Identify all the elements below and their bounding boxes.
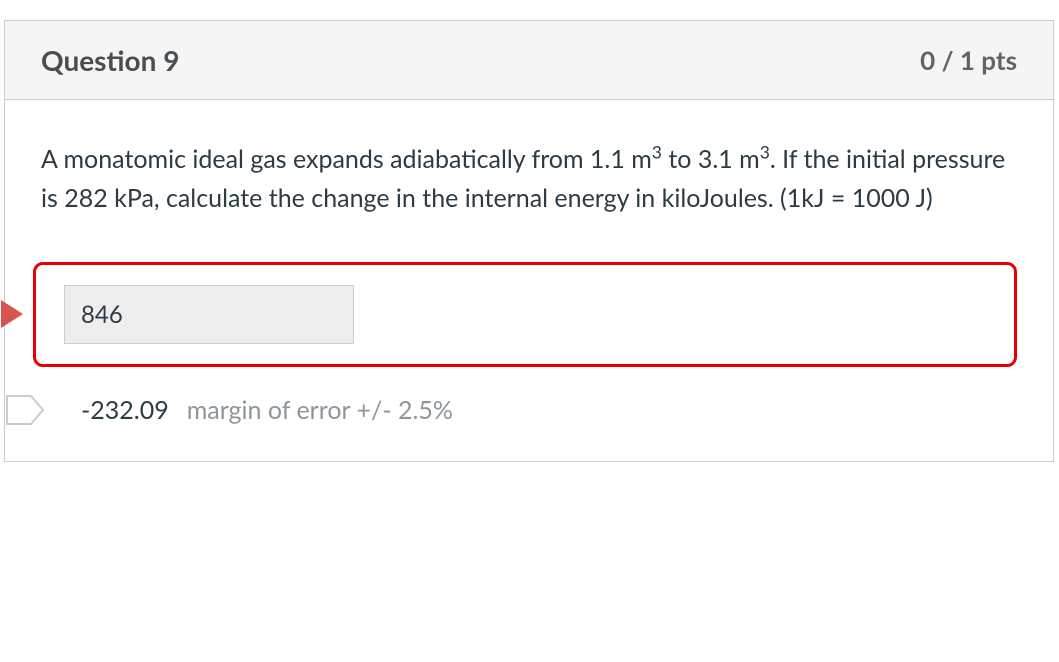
incorrect-answer-box [33, 262, 1017, 367]
answer-input[interactable] [64, 285, 354, 344]
question-points: 0 / 1 pts [920, 44, 1017, 76]
question-title: Question 9 [41, 43, 179, 77]
correct-answer-value: -232.09 [81, 395, 169, 425]
question-container: Question 9 0 / 1 pts A monatomic ideal g… [4, 20, 1054, 462]
user-answer-row [5, 262, 1017, 367]
question-text: A monatomic ideal gas expands adiabatica… [41, 140, 1017, 218]
question-header: Question 9 0 / 1 pts [5, 21, 1053, 100]
correct-answer-row: -232.09 margin of error +/- 2.5% [5, 395, 1017, 425]
superscript: 3 [652, 142, 662, 163]
correct-arrow-icon [5, 390, 45, 430]
question-text-part: A monatomic ideal gas expands adiabatica… [41, 144, 652, 174]
superscript: 3 [760, 142, 770, 163]
incorrect-arrow-icon [1, 300, 23, 328]
margin-of-error-text: margin of error +/- 2.5% [187, 395, 453, 425]
question-text-part: to 3.1 m [662, 144, 760, 174]
question-body: A monatomic ideal gas expands adiabatica… [5, 100, 1053, 461]
